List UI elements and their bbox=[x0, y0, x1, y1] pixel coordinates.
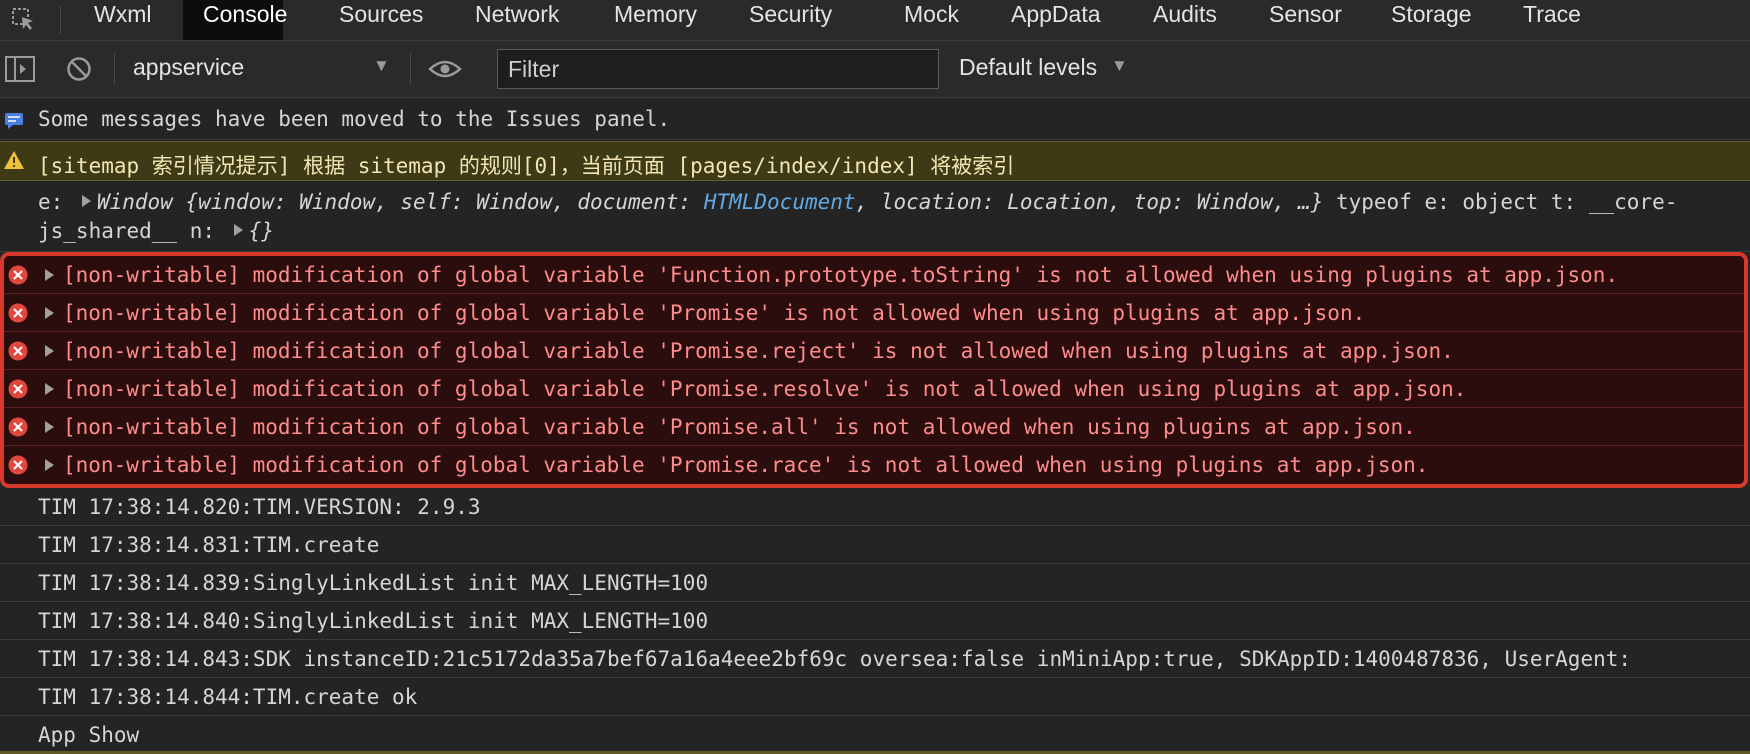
log-message-text: TIM 17:38:14.843:SDK instanceID:21c5172d… bbox=[38, 647, 1632, 671]
error-icon bbox=[8, 265, 28, 290]
console-object-log: e: Window {window: Window, self: Window,… bbox=[0, 182, 1750, 252]
info-message-text: Some messages have been moved to the Iss… bbox=[38, 107, 671, 131]
tab-sensor[interactable]: Sensor bbox=[1269, 0, 1342, 40]
error-message[interactable]: [non-writable] modification of global va… bbox=[4, 294, 1744, 332]
error-message[interactable]: [non-writable] modification of global va… bbox=[4, 370, 1744, 408]
tab-wxml[interactable]: Wxml bbox=[94, 0, 151, 40]
tab-appdata[interactable]: AppData bbox=[1011, 0, 1101, 40]
tab-network[interactable]: Network bbox=[475, 0, 559, 40]
console-log-message: App Show bbox=[0, 716, 1750, 751]
log-message-text: TIM 17:38:14.831:TIM.create bbox=[38, 533, 380, 557]
error-message-text: [non-writable] modification of global va… bbox=[63, 339, 1454, 363]
console-toolbar: appservice ▼ Default levels ▼ bbox=[0, 41, 1750, 98]
expand-triangle-icon[interactable] bbox=[45, 307, 54, 319]
clear-console-icon[interactable] bbox=[63, 53, 95, 85]
error-message[interactable]: [non-writable] modification of global va… bbox=[4, 332, 1744, 370]
console-log-message: TIM 17:38:14.844:TIM.create ok bbox=[0, 678, 1750, 716]
error-message-text: [non-writable] modification of global va… bbox=[63, 377, 1467, 401]
tab-trace[interactable]: Trace bbox=[1523, 0, 1581, 40]
expand-triangle-icon[interactable] bbox=[81, 195, 91, 207]
context-selector[interactable]: appservice bbox=[133, 54, 244, 81]
log-message-text: TIM 17:38:14.844:TIM.create ok bbox=[38, 685, 418, 709]
toolbar-separator bbox=[114, 53, 115, 85]
error-message-text: [non-writable] modification of global va… bbox=[63, 415, 1416, 439]
chevron-down-icon[interactable]: ▼ bbox=[1111, 56, 1128, 76]
log-levels-dropdown[interactable]: Default levels bbox=[959, 54, 1097, 81]
error-icon bbox=[8, 303, 28, 328]
console-log-message: TIM 17:38:14.840:SinglyLinkedList init M… bbox=[0, 602, 1750, 640]
tab-security[interactable]: Security bbox=[749, 0, 832, 40]
tab-console[interactable]: Console bbox=[183, 0, 287, 40]
error-icon bbox=[8, 341, 28, 366]
console-log-message: TIM 17:38:14.820:TIM.VERSION: 2.9.3 bbox=[0, 488, 1750, 526]
error-message-text: [non-writable] modification of global va… bbox=[63, 453, 1429, 477]
tab-memory[interactable]: Memory bbox=[614, 0, 697, 40]
error-message-text: [non-writable] modification of global va… bbox=[63, 263, 1619, 287]
console-log-message: TIM 17:38:14.839:SinglyLinkedList init M… bbox=[0, 564, 1750, 602]
element-picker-icon[interactable] bbox=[8, 4, 40, 36]
console-warning-message: [sitemap 索引情况提示] 根据 sitemap 的规则[0]，当前页面 … bbox=[0, 141, 1750, 181]
log-message-text: TIM 17:38:14.820:TIM.VERSION: 2.9.3 bbox=[38, 495, 481, 519]
expand-triangle-icon[interactable] bbox=[45, 345, 54, 357]
chevron-down-icon[interactable]: ▼ bbox=[373, 56, 390, 76]
console-log-message: TIM 17:38:14.831:TIM.create bbox=[0, 526, 1750, 564]
window-object-preview[interactable]: Window {window: Window, self: Window, do… bbox=[97, 190, 704, 214]
error-message[interactable]: [non-writable] modification of global va… bbox=[4, 256, 1744, 294]
html-document-link[interactable]: HTMLDocument bbox=[704, 190, 856, 214]
empty-object-preview[interactable]: {} bbox=[249, 219, 274, 243]
log-prefix: e: bbox=[38, 190, 64, 214]
toolbar-separator bbox=[410, 53, 411, 85]
tab-storage[interactable]: Storage bbox=[1391, 0, 1472, 40]
error-icon bbox=[8, 379, 28, 404]
log-message-text: TIM 17:38:14.840:SinglyLinkedList init M… bbox=[38, 609, 709, 633]
error-message[interactable]: [non-writable] modification of global va… bbox=[4, 446, 1744, 484]
devtools-tab-bar: Wxml Console Sources Network Memory Secu… bbox=[0, 0, 1750, 41]
highlighted-error-group: [non-writable] modification of global va… bbox=[0, 252, 1748, 488]
expand-triangle-icon[interactable] bbox=[45, 269, 54, 281]
log-message-text: App Show bbox=[38, 723, 140, 747]
error-message-text: [non-writable] modification of global va… bbox=[63, 301, 1366, 325]
console-info-message: Some messages have been moved to the Iss… bbox=[0, 98, 1750, 140]
tab-sources[interactable]: Sources bbox=[339, 0, 423, 40]
expand-triangle-icon[interactable] bbox=[233, 224, 243, 236]
info-message-icon bbox=[5, 110, 23, 134]
warning-icon bbox=[3, 150, 25, 175]
sidebar-toggle-icon[interactable] bbox=[4, 53, 36, 85]
error-message[interactable]: [non-writable] modification of global va… bbox=[4, 408, 1744, 446]
log-line2-prefix: js_shared__ n: bbox=[38, 219, 216, 243]
tab-separator bbox=[60, 6, 61, 34]
filter-input[interactable] bbox=[497, 49, 939, 89]
error-icon bbox=[8, 455, 28, 480]
console-log-message: TIM 17:38:14.843:SDK instanceID:21c5172d… bbox=[0, 640, 1750, 678]
log-message-text: TIM 17:38:14.839:SinglyLinkedList init M… bbox=[38, 571, 709, 595]
expand-triangle-icon[interactable] bbox=[45, 383, 54, 395]
tab-mock[interactable]: Mock bbox=[904, 0, 959, 40]
expand-triangle-icon[interactable] bbox=[45, 421, 54, 433]
window-object-preview-rest[interactable]: , location: Location, top: Window, …} bbox=[856, 190, 1324, 214]
warning-message-text: [sitemap 索引情况提示] 根据 sitemap 的规则[0]，当前页面 … bbox=[38, 154, 1015, 178]
expand-triangle-icon[interactable] bbox=[45, 459, 54, 471]
log-suffix: typeof e: object t: __core- bbox=[1323, 190, 1678, 214]
eye-icon[interactable] bbox=[427, 53, 463, 85]
error-icon bbox=[8, 417, 28, 442]
tab-audits[interactable]: Audits bbox=[1153, 0, 1217, 40]
